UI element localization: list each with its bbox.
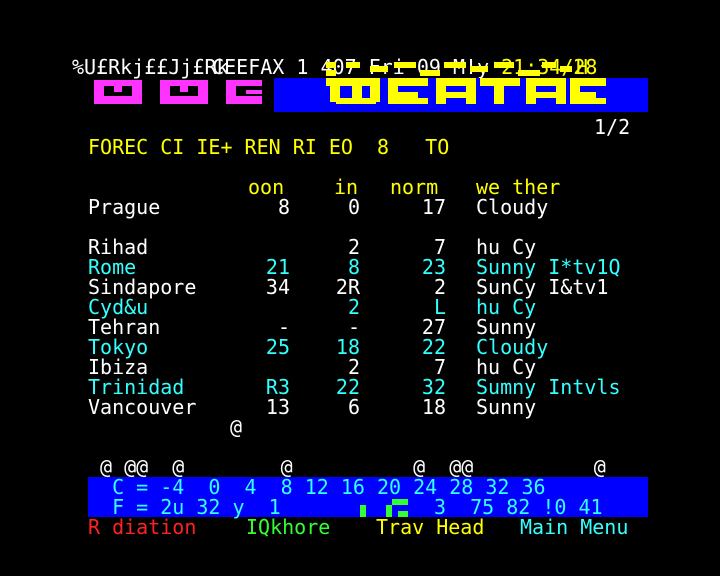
corrupt-text-line: %U£Rkj££Jj£Rk bbox=[72, 55, 229, 79]
row-min: 2 bbox=[347, 235, 360, 259]
row-max: 34 bbox=[265, 275, 290, 299]
fastext-cyan[interactable]: Main Menu bbox=[520, 517, 628, 537]
row-city: Sindapore bbox=[88, 275, 197, 299]
page-number: 1 bbox=[296, 55, 309, 79]
row-norm: 7 bbox=[433, 355, 446, 379]
row-min: - bbox=[347, 315, 360, 339]
row-max: 8 bbox=[277, 195, 290, 219]
corrupt-at-line: @ @@ @ @ @ @@ @ bbox=[88, 455, 606, 479]
row-min: 6 bbox=[347, 395, 360, 419]
row-weather: Sunny bbox=[476, 395, 537, 419]
row-city: Prague bbox=[88, 195, 161, 219]
column-header-norm: norm bbox=[390, 175, 439, 199]
row-min: 2R bbox=[335, 275, 360, 299]
row-city: Trinidad bbox=[88, 375, 185, 399]
stray-char: @ bbox=[230, 415, 243, 439]
row-max: 13 bbox=[265, 395, 290, 419]
row-min: 8 bbox=[347, 255, 360, 279]
row-norm: L bbox=[433, 295, 446, 319]
row-weather: Sumny Intvls bbox=[476, 375, 621, 399]
fahrenheit-scale-start: F = 2u 32 y 1 bbox=[88, 495, 281, 519]
row-min: 22 bbox=[335, 375, 360, 399]
row-weather: SunCy I&tv1 bbox=[476, 275, 609, 299]
row-norm: 7 bbox=[433, 235, 446, 259]
row-min: 0 bbox=[347, 195, 360, 219]
row-weather: Sunny bbox=[476, 315, 537, 339]
row-weather: Cloudy bbox=[476, 195, 549, 219]
column-header-min: in bbox=[334, 175, 359, 199]
fastext-red[interactable]: R diation bbox=[88, 517, 196, 537]
row-norm: 17 bbox=[421, 195, 446, 219]
row-norm: 32 bbox=[421, 375, 446, 399]
row-weather: Sunny I*tv1Q bbox=[476, 255, 621, 279]
column-header-max: oon bbox=[248, 175, 285, 199]
graphics-letter: H bbox=[576, 55, 589, 79]
fastext-green[interactable]: IQkhore bbox=[246, 517, 330, 537]
row-norm: 18 bbox=[421, 395, 446, 419]
row-min: 2 bbox=[347, 355, 360, 379]
banner-stray-char: J bbox=[378, 96, 388, 115]
banner-stray-char: I bbox=[504, 96, 514, 115]
row-norm: 23 bbox=[421, 255, 446, 279]
fastext-yellow[interactable]: Trav Head bbox=[376, 517, 484, 537]
row-city: Cyd&u bbox=[88, 295, 149, 319]
row-max: 25 bbox=[265, 335, 290, 359]
fahrenheit-scale-end: 3 75 82 !0 41 bbox=[434, 495, 603, 519]
row-max: - bbox=[277, 315, 290, 339]
row-city: Vancouver bbox=[88, 395, 197, 419]
row-city: Ibiza bbox=[88, 355, 149, 379]
row-max: 21 bbox=[265, 255, 290, 279]
row-min: 2 bbox=[347, 295, 360, 319]
row-weather: hu Cy bbox=[476, 235, 537, 259]
row-city: Rome bbox=[88, 255, 137, 279]
row-city: Tehran bbox=[88, 315, 161, 339]
row-max: R3 bbox=[265, 375, 290, 399]
column-header-weather: we ther bbox=[476, 175, 561, 199]
row-weather: hu Cy bbox=[476, 295, 537, 319]
row-city: Rihad bbox=[88, 235, 149, 259]
row-weather: Cloudy bbox=[476, 335, 549, 359]
celsius-scale: C = -4 0 4 8 12 16 20 24 28 32 36 bbox=[88, 475, 546, 499]
subpage-indicator: 1/2 bbox=[594, 115, 631, 139]
row-norm: 22 bbox=[421, 335, 446, 359]
row-norm: 27 bbox=[421, 315, 446, 339]
row-city: Tokyo bbox=[88, 335, 149, 359]
row-norm: 2 bbox=[433, 275, 446, 299]
row-weather: hu Cy bbox=[476, 355, 537, 379]
row-min: 18 bbox=[335, 335, 360, 359]
page-headline: FOREC CI IE+ REN RI EO 8 TO bbox=[88, 135, 450, 159]
